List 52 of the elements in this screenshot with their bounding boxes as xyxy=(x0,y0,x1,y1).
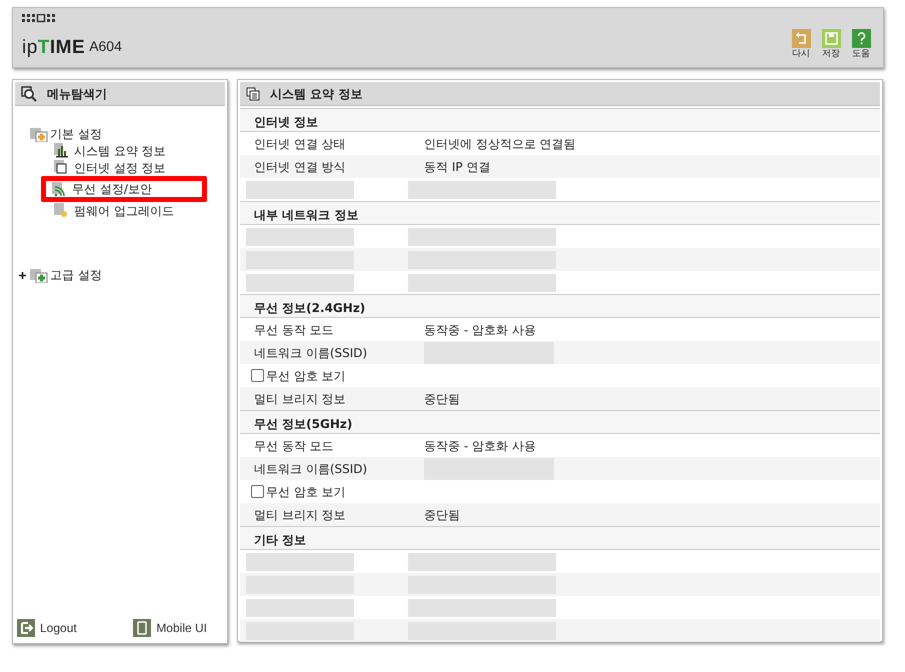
logout-link[interactable]: Logout xyxy=(17,619,77,637)
mobile-ui-link[interactable]: Mobile UI xyxy=(133,619,207,637)
field-label: 무선 동작 모드 xyxy=(254,438,335,454)
phone-icon xyxy=(133,619,152,637)
field-value: 동적 IP 연결 xyxy=(424,158,490,176)
field-label: 멀티 브리지 정보 xyxy=(254,390,347,408)
document-icon xyxy=(54,160,68,175)
toolbar-button[interactable]: 다시 xyxy=(788,28,814,61)
checkbox-label: 무선 암호 보기 xyxy=(266,368,346,384)
field-value: 중단됨 xyxy=(424,390,460,408)
field-value: 중단됨 xyxy=(424,506,460,524)
field-label: 인터넷 연결 방식 xyxy=(254,158,347,176)
section-heading: 내부 네트워크 정보 xyxy=(240,201,880,225)
field-value: 동작중 - 암호화 사용 xyxy=(424,322,536,338)
question-mark-icon xyxy=(852,28,870,48)
field-value: 동작중 - 암호화 사용 xyxy=(424,438,536,454)
section-heading: 인터넷 정보 xyxy=(240,108,880,132)
field-label: 네트워크 이름(SSID) xyxy=(254,460,368,478)
tree-item[interactable]: 인터넷 설정 정보 xyxy=(74,158,166,176)
windows-icon xyxy=(246,86,260,100)
panel-title: 메뉴탐색기 xyxy=(47,86,107,102)
field-label: 무선 동작 모드 xyxy=(254,322,335,338)
section-heading: 기타 정보 xyxy=(240,526,880,550)
checkbox[interactable] xyxy=(251,485,264,498)
bar-chart-icon xyxy=(54,143,68,158)
folder-icon xyxy=(30,126,48,142)
floppy-disk-icon xyxy=(822,28,840,48)
field-value: 인터넷에 정상적으로 연결됨 xyxy=(424,136,576,152)
brand-logo: ipTIME xyxy=(22,38,86,57)
checkbox-label: 무선 암호 보기 xyxy=(266,484,346,500)
toolbar-button[interactable]: 저장 xyxy=(818,28,844,61)
field-label: 멀티 브리지 정보 xyxy=(254,506,347,524)
plus-icon[interactable] xyxy=(19,272,26,278)
undo-icon xyxy=(792,28,810,48)
model-name: A604 xyxy=(89,37,122,56)
checkbox[interactable] xyxy=(251,369,264,382)
section-heading: 무선 정보(2.4GHz) xyxy=(240,294,880,318)
tree-item[interactable]: 고급 설정 xyxy=(50,266,102,284)
logout-icon xyxy=(17,619,35,637)
panel-title: 시스템 요약 정보 xyxy=(270,86,362,102)
section-heading: 무선 정보(5GHz) xyxy=(240,410,880,434)
tree-item[interactable]: 시스템 요약 정보 xyxy=(74,142,166,160)
wifi-icon xyxy=(52,182,66,196)
tree-item[interactable]: 펌웨어 업그레이드 xyxy=(74,202,174,220)
tree-item[interactable]: 무선 설정/보안 xyxy=(72,180,152,198)
field-label: 인터넷 연결 상태 xyxy=(254,136,347,152)
document-icon xyxy=(54,203,68,218)
field-label: 네트워크 이름(SSID) xyxy=(254,344,368,362)
folder-icon xyxy=(30,268,48,282)
toolbar-button[interactable]: 도움 xyxy=(848,28,874,61)
search-icon xyxy=(21,86,37,102)
tree-item[interactable]: 기본 설정 xyxy=(50,125,102,143)
